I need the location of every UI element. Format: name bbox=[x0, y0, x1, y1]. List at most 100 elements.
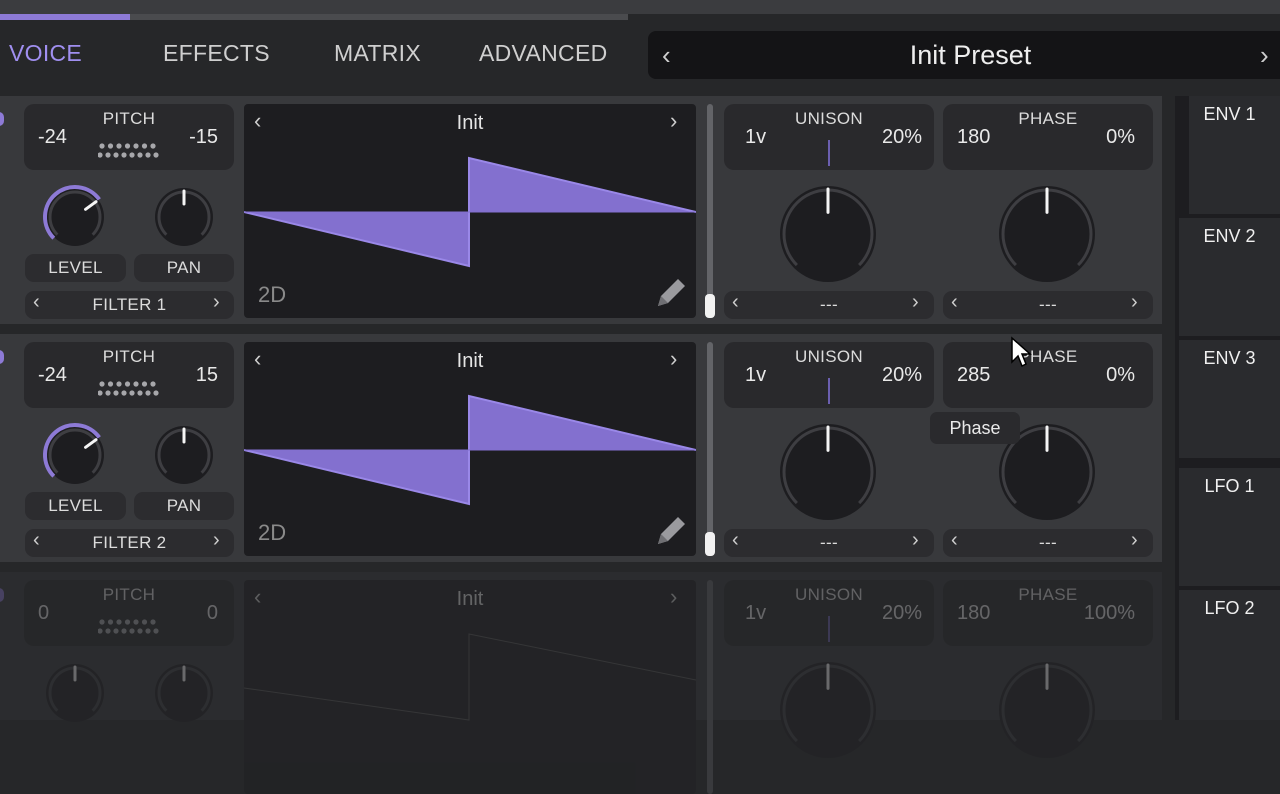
frame-slider-thumb[interactable] bbox=[705, 294, 715, 318]
wavetable-display[interactable]: ‹ Init › bbox=[244, 580, 696, 794]
unison-box[interactable]: 1v UNISON 20% bbox=[724, 580, 934, 646]
chevron-right-icon[interactable]: › bbox=[1131, 529, 1138, 552]
wavetable-display[interactable]: ‹ Init › 2D bbox=[244, 342, 696, 556]
oscillator-enable-toggle[interactable] bbox=[0, 350, 4, 364]
scroll-progress bbox=[0, 14, 130, 20]
phase-random[interactable]: 0% bbox=[1106, 126, 1135, 149]
phase-value[interactable]: 285 bbox=[957, 364, 990, 387]
pitch-box[interactable]: -24 PITCH 15 bbox=[24, 342, 234, 408]
pan-knob[interactable] bbox=[149, 658, 219, 728]
frame-slider-track[interactable] bbox=[707, 342, 713, 556]
waveform-graph bbox=[244, 156, 696, 268]
unison-voices[interactable]: 1v bbox=[745, 364, 766, 387]
wavetable-display[interactable]: ‹ Init › 2D bbox=[244, 104, 696, 318]
tune-value[interactable]: 0 bbox=[207, 602, 218, 625]
unison-mod-selector[interactable]: ‹ --- › bbox=[724, 529, 934, 557]
phase-random[interactable]: 0% bbox=[1106, 364, 1135, 387]
chevron-right-icon[interactable]: › bbox=[912, 529, 919, 552]
tune-value[interactable]: 15 bbox=[196, 364, 218, 387]
unison-knob-wrap bbox=[778, 184, 878, 289]
level-label: LEVEL bbox=[48, 496, 103, 515]
level-label-pill: LEVEL bbox=[25, 492, 126, 520]
phase-value[interactable]: 180 bbox=[957, 126, 990, 149]
modulator-label: LFO 2 bbox=[1204, 598, 1255, 618]
frame-slider-track[interactable] bbox=[707, 580, 713, 794]
modulator-env-1[interactable]: ENV 1 bbox=[1179, 96, 1280, 214]
phase-knob[interactable] bbox=[997, 184, 1097, 284]
edit-pencil-icon[interactable] bbox=[654, 276, 688, 310]
modulator-lfo-1[interactable]: LFO 1 bbox=[1179, 468, 1280, 586]
phase-random[interactable]: 100% bbox=[1084, 602, 1135, 625]
level-knob[interactable] bbox=[40, 658, 110, 728]
pan-knob[interactable] bbox=[149, 182, 219, 252]
chevron-right-icon[interactable]: › bbox=[1131, 291, 1138, 314]
unison-voices[interactable]: 1v bbox=[745, 126, 766, 149]
modulator-label: ENV 3 bbox=[1203, 348, 1256, 368]
chevron-right-icon[interactable]: › bbox=[1260, 40, 1269, 71]
unison-mod-label: --- bbox=[820, 295, 838, 314]
unison-knob[interactable] bbox=[778, 184, 878, 284]
phase-knob-wrap bbox=[997, 184, 1097, 289]
unison-box[interactable]: 1v UNISON 20% bbox=[724, 342, 934, 408]
level-knob-wrap bbox=[40, 182, 110, 257]
phase-box[interactable]: 285 PHASE 0% bbox=[943, 342, 1153, 408]
modulator-env-3[interactable]: ENV 3 bbox=[1179, 340, 1280, 458]
unison-voices[interactable]: 1v bbox=[745, 602, 766, 625]
phase-box[interactable]: 180 PHASE 0% bbox=[943, 104, 1153, 170]
modulator-lfo-2[interactable]: LFO 2 bbox=[1179, 590, 1280, 720]
tab-effects[interactable]: EFFECTS bbox=[163, 40, 270, 72]
unison-knob-wrap bbox=[778, 660, 878, 765]
unison-box[interactable]: 1v UNISON 20% bbox=[724, 104, 934, 170]
pan-knob[interactable] bbox=[149, 420, 219, 490]
level-knob-wrap bbox=[40, 658, 110, 733]
phase-mod-selector[interactable]: ‹ --- › bbox=[943, 529, 1153, 557]
keyboard-dots-icon bbox=[98, 143, 159, 158]
unison-mod-selector[interactable]: ‹ --- › bbox=[724, 291, 934, 319]
oscillator-2: -24 PITCH 15 LEVEL PAN ‹ FILTER 2 › ‹ In… bbox=[0, 334, 1162, 562]
wavetable-mode[interactable]: 2D bbox=[258, 520, 286, 546]
transpose-value[interactable]: 0 bbox=[38, 602, 49, 625]
unison-knob[interactable] bbox=[778, 660, 878, 760]
unison-detune[interactable]: 20% bbox=[882, 602, 922, 625]
unison-indicator bbox=[828, 378, 830, 404]
filter-selector[interactable]: ‹ FILTER 2 › bbox=[25, 529, 234, 557]
frame-slider-track[interactable] bbox=[707, 104, 713, 318]
tab-matrix[interactable]: MATRIX bbox=[334, 40, 421, 72]
filter-selector[interactable]: ‹ FILTER 1 › bbox=[25, 291, 234, 319]
tab-voice[interactable]: VOICE bbox=[9, 40, 82, 72]
chevron-right-icon[interactable]: › bbox=[213, 291, 220, 314]
oscillator-3: 0 PITCH 0 ‹ Init › 1v UNISON 20% 180 PHA… bbox=[0, 572, 1162, 794]
transpose-value[interactable]: -24 bbox=[38, 364, 67, 387]
unison-knob-wrap bbox=[778, 422, 878, 527]
level-knob[interactable] bbox=[40, 182, 110, 252]
tab-advanced[interactable]: ADVANCED bbox=[479, 40, 608, 72]
edit-pencil-icon[interactable] bbox=[654, 514, 688, 548]
modulator-env-2[interactable]: ENV 2 bbox=[1179, 218, 1280, 336]
phase-box[interactable]: 180 PHASE 100% bbox=[943, 580, 1153, 646]
chevron-right-icon[interactable]: › bbox=[912, 291, 919, 314]
unison-knob[interactable] bbox=[778, 422, 878, 522]
chevron-right-icon[interactable]: › bbox=[213, 529, 220, 552]
preset-name[interactable]: Init Preset bbox=[648, 40, 1280, 71]
transpose-value[interactable]: -24 bbox=[38, 126, 67, 149]
preset-selector[interactable]: ‹ Init Preset › bbox=[648, 31, 1280, 79]
unison-indicator bbox=[828, 616, 830, 642]
filter-label: FILTER 2 bbox=[92, 533, 167, 552]
phase-tooltip: Phase bbox=[930, 412, 1020, 444]
pitch-box[interactable]: -24 PITCH -15 bbox=[24, 104, 234, 170]
unison-detune[interactable]: 20% bbox=[882, 126, 922, 149]
phase-mod-selector[interactable]: ‹ --- › bbox=[943, 291, 1153, 319]
oscillator-enable-toggle[interactable] bbox=[0, 588, 4, 602]
oscillator-enable-toggle[interactable] bbox=[0, 112, 4, 126]
phase-knob[interactable] bbox=[997, 660, 1097, 760]
pan-label-pill: PAN bbox=[134, 492, 234, 520]
phase-value[interactable]: 180 bbox=[957, 602, 990, 625]
frame-slider-thumb[interactable] bbox=[705, 532, 715, 556]
unison-mod-label: --- bbox=[820, 533, 838, 552]
unison-detune[interactable]: 20% bbox=[882, 364, 922, 387]
wavetable-mode[interactable]: 2D bbox=[258, 282, 286, 308]
pitch-box[interactable]: 0 PITCH 0 bbox=[24, 580, 234, 646]
modulator-column: ENV 1 ENV 2 ENV 3 LFO 1 LFO 2 bbox=[1175, 96, 1280, 720]
tune-value[interactable]: -15 bbox=[189, 126, 218, 149]
level-knob[interactable] bbox=[40, 420, 110, 490]
